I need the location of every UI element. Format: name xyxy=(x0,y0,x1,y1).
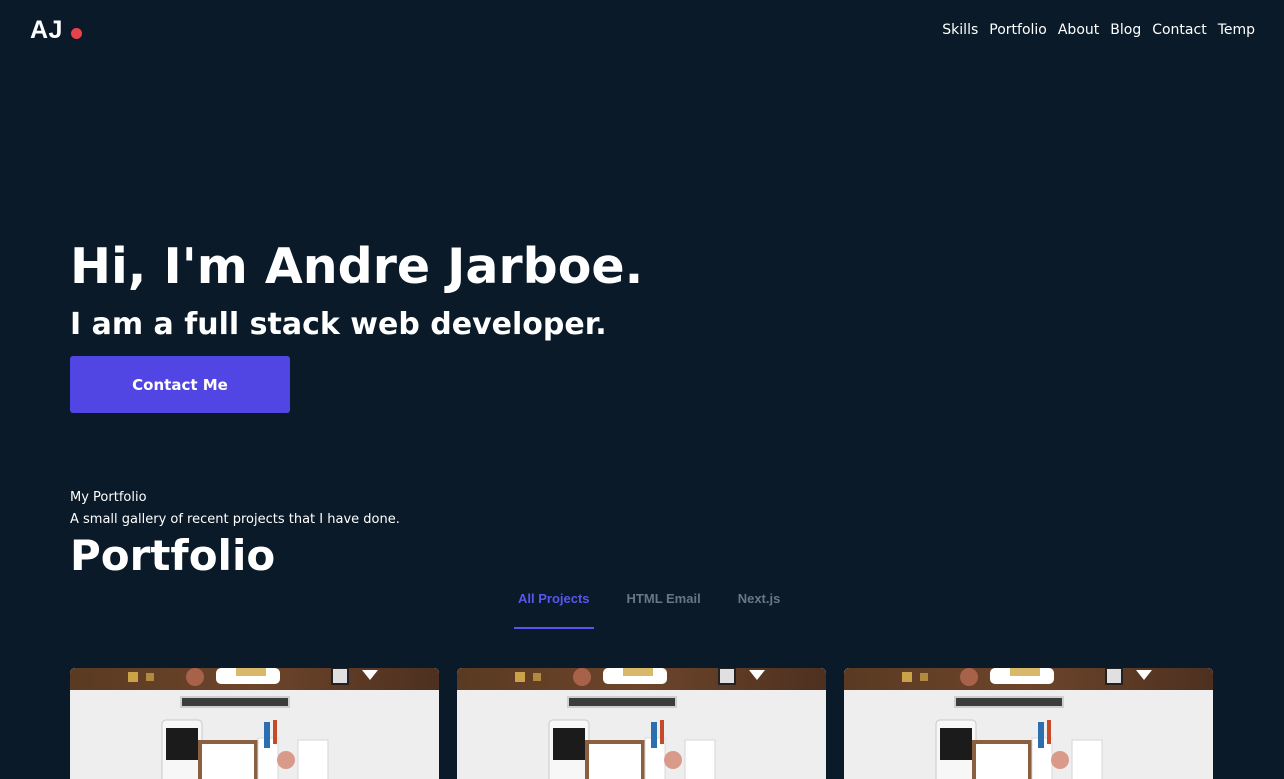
portfolio-description: A small gallery of recent projects that … xyxy=(70,512,400,527)
project-thumbnail xyxy=(844,668,1213,779)
portfolio-eyebrow: My Portfolio xyxy=(70,490,147,505)
tab-all-projects[interactable]: All Projects xyxy=(514,588,594,629)
contact-me-button[interactable]: Contact Me xyxy=(70,356,290,413)
project-thumbnail xyxy=(70,668,439,779)
tab-nextjs[interactable]: Next.js xyxy=(734,588,785,629)
hero-subtitle: I am a full stack web developer. xyxy=(70,307,607,342)
nav-link-blog[interactable]: Blog xyxy=(1110,20,1141,40)
portfolio-title: Portfolio xyxy=(70,531,276,580)
logo-text: AJ xyxy=(30,16,63,44)
project-grid xyxy=(70,668,1213,779)
logo-dot-icon xyxy=(70,28,82,39)
project-card[interactable] xyxy=(70,668,439,779)
main-nav: Skills Portfolio About Blog Contact Temp xyxy=(942,20,1255,40)
project-card[interactable] xyxy=(844,668,1213,779)
nav-link-portfolio[interactable]: Portfolio xyxy=(989,20,1047,40)
portfolio-filter-tabs: All Projects HTML Email Next.js xyxy=(514,588,813,629)
nav-link-skills[interactable]: Skills xyxy=(942,20,978,40)
project-card[interactable] xyxy=(457,668,826,779)
nav-link-temp[interactable]: Temp xyxy=(1218,20,1255,40)
nav-link-about[interactable]: About xyxy=(1058,20,1099,40)
site-logo[interactable]: AJ xyxy=(30,14,82,46)
hero-title: Hi, I'm Andre Jarboe. xyxy=(70,238,644,295)
nav-link-contact[interactable]: Contact xyxy=(1152,20,1206,40)
page: AJ Skills Portfolio About Blog Contact T… xyxy=(0,0,1284,779)
project-thumbnail xyxy=(457,668,826,779)
tab-html-email[interactable]: HTML Email xyxy=(623,588,705,629)
